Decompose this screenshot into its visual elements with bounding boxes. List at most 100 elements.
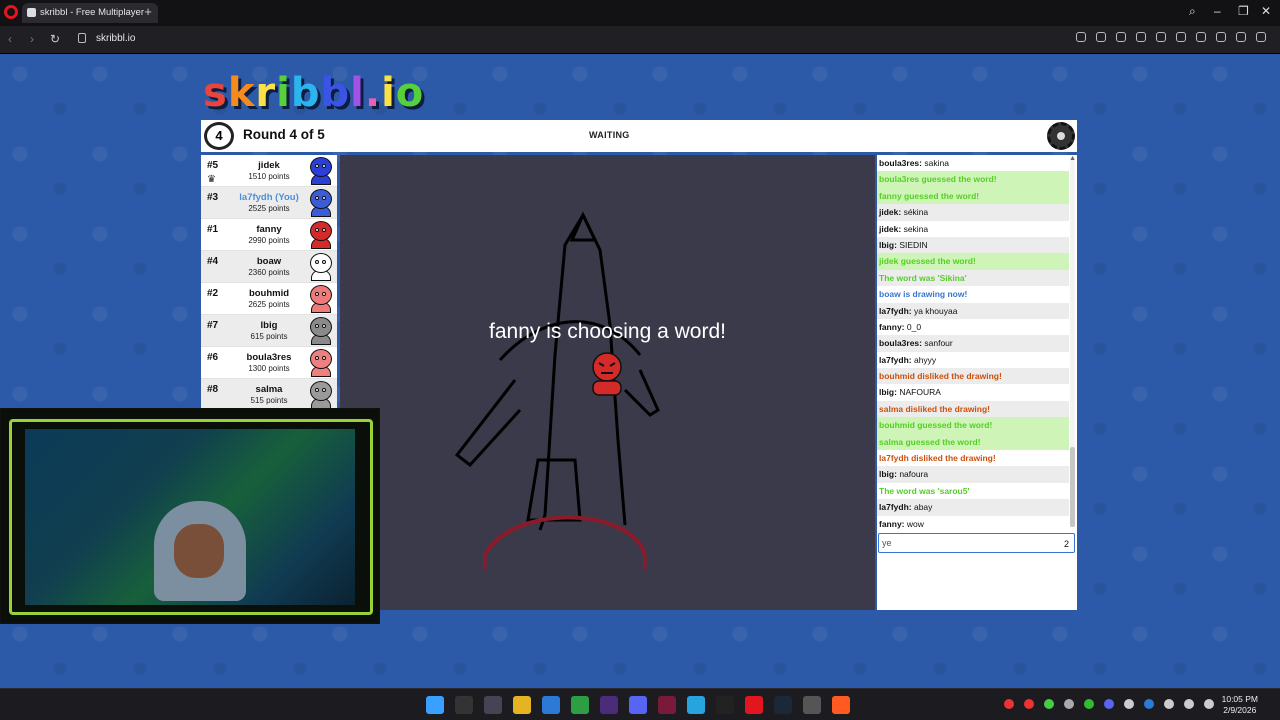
player-rank: #4 xyxy=(207,256,219,267)
player-rank: #7 xyxy=(207,320,219,331)
player-rank: #8 xyxy=(207,384,219,395)
tray-discord-icon[interactable] xyxy=(1104,699,1114,709)
player-row[interactable]: #7 lbig 615 points xyxy=(201,315,337,347)
camera-icon[interactable] xyxy=(1096,32,1106,42)
extension-icon[interactable] xyxy=(1136,32,1146,42)
chat-username: fanny: xyxy=(879,518,905,529)
chat-username: la7fydh: xyxy=(879,354,912,365)
mic-icon[interactable] xyxy=(1164,699,1174,709)
brave-icon[interactable] xyxy=(832,696,850,714)
obs-icon[interactable] xyxy=(716,696,734,714)
tray-icon-3[interactable] xyxy=(1044,699,1054,709)
tray-icon-8[interactable] xyxy=(1144,699,1154,709)
app-icon-2[interactable] xyxy=(803,696,821,714)
player-points: 615 points xyxy=(250,332,288,341)
chat-username: boula3res: xyxy=(879,338,922,349)
player-row[interactable]: #2 bouhmid 2625 points xyxy=(201,283,337,315)
file-explorer-icon[interactable] xyxy=(513,696,531,714)
chat-message: boula3res guessed the word! xyxy=(877,171,1069,188)
chat-text: abay xyxy=(913,502,933,513)
minimize-button[interactable]: – xyxy=(1214,4,1221,18)
premiere-icon[interactable] xyxy=(600,696,618,714)
player-row[interactable]: #3 la7fydh (You) 2525 points xyxy=(201,187,337,219)
chat-input[interactable] xyxy=(878,533,1075,553)
browser-tab[interactable]: skribbl - Free Multiplayer xyxy=(22,3,158,23)
xbox-icon[interactable] xyxy=(571,696,589,714)
game-header: 4 Round 4 of 5 WAITING xyxy=(201,120,1077,152)
maximize-button[interactable]: ❐ xyxy=(1238,4,1249,18)
chat-message: jidek: sekina xyxy=(877,221,1069,237)
edit-icon[interactable] xyxy=(1076,32,1086,42)
back-icon[interactable]: ‹ xyxy=(8,32,12,46)
player-row[interactable]: #1 fanny 2990 points xyxy=(201,219,337,251)
profile-icon[interactable] xyxy=(1236,32,1246,42)
player-avatar xyxy=(308,349,334,377)
player-row[interactable]: #8 salma 515 points xyxy=(201,379,337,410)
choosing-word-message: fanny is choosing a word! xyxy=(489,320,726,343)
toolbar-icons xyxy=(1076,32,1266,42)
chat-system-text: bouhmid disliked the drawing! xyxy=(879,371,1002,382)
valorant-icon[interactable] xyxy=(658,696,676,714)
editor-icon[interactable] xyxy=(542,696,560,714)
tray-icon-7[interactable] xyxy=(1124,699,1134,709)
chat-message: salma guessed the word! xyxy=(877,433,1069,451)
chat-username: lbig: xyxy=(879,387,897,398)
player-name: la7fydh (You) xyxy=(239,192,299,203)
chat-text: SIEDIN xyxy=(899,239,928,250)
chat-system-text: The word was 'sarou5' xyxy=(879,485,970,496)
shield-icon[interactable] xyxy=(1116,32,1126,42)
chat-system-text: bouhmid guessed the word! xyxy=(879,420,993,431)
close-window-button[interactable]: ✕ xyxy=(1261,4,1271,18)
tab-title: skribbl - Free Multiplayer xyxy=(40,7,144,18)
opera-menu-icon[interactable] xyxy=(4,5,18,19)
forward-icon[interactable]: › xyxy=(30,32,34,46)
wifi-icon[interactable] xyxy=(1184,699,1194,709)
heart-icon[interactable] xyxy=(1176,32,1186,42)
player-points: 1510 points xyxy=(248,172,290,181)
skribbl-logo: skribbl.io xyxy=(203,70,424,116)
player-avatar xyxy=(308,157,334,185)
player-row[interactable]: #6 boula3res 1300 points xyxy=(201,347,337,379)
new-tab-button[interactable]: + xyxy=(140,4,156,20)
tray-icon-2[interactable] xyxy=(1024,699,1034,709)
player-points: 2525 points xyxy=(248,204,290,213)
app-icon[interactable] xyxy=(484,696,502,714)
opera-icon[interactable] xyxy=(745,696,763,714)
record-icon[interactable] xyxy=(1004,699,1014,709)
download-icon[interactable] xyxy=(1196,32,1206,42)
windows-start-icon[interactable] xyxy=(426,696,444,714)
settings-gear-icon[interactable] xyxy=(1047,122,1075,150)
discord-icon[interactable] xyxy=(629,696,647,714)
epic-games-icon[interactable] xyxy=(455,696,473,714)
scroll-up-icon[interactable]: ▲ xyxy=(1069,155,1076,162)
player-row[interactable]: #5 jidek 1510 points ♛ xyxy=(201,155,337,187)
chat-message: jidek: sékina xyxy=(877,204,1069,221)
search-tabs-icon[interactable]: ⌕ xyxy=(1189,4,1196,19)
logo-letter: r xyxy=(255,70,277,116)
tray-icon-4[interactable] xyxy=(1064,699,1074,709)
settings-icon[interactable] xyxy=(1256,32,1266,42)
tray-icon-5[interactable] xyxy=(1084,699,1094,709)
timer-clock-icon: 4 xyxy=(204,122,234,150)
player-row[interactable]: #4 boaw 2360 points xyxy=(201,251,337,283)
player-points: 1300 points xyxy=(248,364,290,373)
drawing-canvas[interactable]: fanny is choosing a word! xyxy=(340,155,875,610)
scroll-thumb[interactable] xyxy=(1070,447,1075,527)
logo-letter: b xyxy=(320,70,351,116)
url-field[interactable]: skribbl.io xyxy=(96,33,135,44)
chat-message: boula3res: sakina xyxy=(877,155,1069,171)
chat-scrollbar[interactable] xyxy=(1070,157,1075,527)
chat-system-text: salma disliked the drawing! xyxy=(879,403,991,414)
volume-icon[interactable] xyxy=(1204,699,1214,709)
chat-username: fanny: xyxy=(879,321,905,332)
reload-icon[interactable]: ↻ xyxy=(50,32,60,46)
logo-letter: o xyxy=(395,70,425,116)
chat-username: la7fydh: xyxy=(879,502,912,513)
steam-icon[interactable] xyxy=(774,696,792,714)
play-icon[interactable] xyxy=(1156,32,1166,42)
telegram-icon[interactable] xyxy=(687,696,705,714)
chat-message: jidek guessed the word! xyxy=(877,253,1069,270)
chat-messages[interactable]: boula3res: sakina boula3res guessed the w… xyxy=(877,155,1069,532)
system-clock[interactable]: 10:05 PM 2/9/2026 xyxy=(1222,694,1258,716)
menu-icon[interactable] xyxy=(1216,32,1226,42)
